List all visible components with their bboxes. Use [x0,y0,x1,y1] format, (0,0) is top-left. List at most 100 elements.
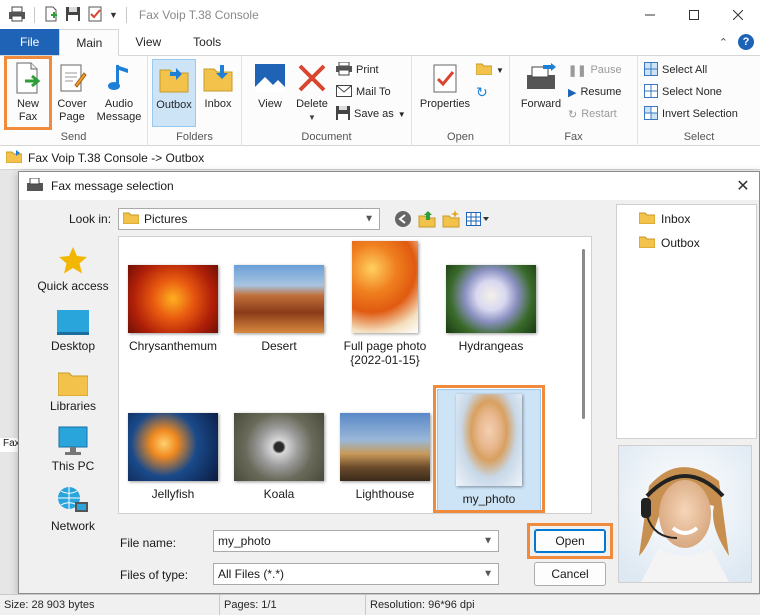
file-item-full-page-photo[interactable]: Full page photo {2022-01-15} [333,241,437,367]
up-folder-icon[interactable] [418,210,436,231]
new-document-icon[interactable] [43,6,59,25]
outbox-button[interactable]: Outbox [152,59,196,127]
file-name-input[interactable]: my_photo ▼ [213,530,499,552]
tab-main[interactable]: Main [59,29,120,56]
maximize-button[interactable] [672,0,716,30]
dialog-close-button[interactable]: ✕ [733,176,753,196]
file-item-jellyfish[interactable]: Jellyfish [121,413,225,501]
save-as-button[interactable]: Save as ▼ [336,104,406,124]
restart-label: Restart [581,108,617,120]
forward-button[interactable]: Forward [516,59,566,127]
file-item-lighthouse[interactable]: Lighthouse [333,413,437,501]
monitor-icon [29,422,117,456]
invert-selection-label: Invert Selection [662,108,738,120]
group-folders-label: Folders [176,131,213,143]
view-menu-icon[interactable] [466,211,490,230]
music-note-icon [102,61,136,95]
file-list-scrollbar[interactable] [577,237,591,513]
save-as-icon [336,105,350,123]
close-button[interactable] [716,0,760,30]
window-controls [628,0,760,30]
minimize-button[interactable] [628,0,672,30]
file-item-koala[interactable]: Koala [227,413,331,501]
tree-item-inbox[interactable]: Inbox [638,211,691,227]
place-network[interactable]: Network [29,482,117,540]
quick-access-toolbar: ▼ [0,6,129,25]
scrollbar-thumb[interactable] [582,249,585,419]
network-icon [29,482,117,516]
tree-item-label: Outbox [661,236,700,250]
lighthouse-thumbnail [340,413,430,481]
new-fax-highlight [4,56,52,130]
invert-selection-button[interactable]: Invert Selection [644,104,738,124]
cover-page-button[interactable]: Cover Page [50,59,94,127]
select-all-button[interactable]: Select All [644,60,707,80]
mail-to-button[interactable]: Mail To [336,82,391,102]
open-folder-button[interactable]: ▼ [475,60,504,80]
refresh-button[interactable]: ↻ [476,82,488,102]
help-icon[interactable]: ? [738,34,754,50]
printer-icon[interactable] [8,6,26,25]
delete-button[interactable]: Delete ▼ [290,59,334,127]
look-in-label: Look in: [69,212,112,226]
file-item-desert[interactable]: Desert [227,265,331,353]
inbox-folder-icon [201,61,235,95]
save-as-dropdown-icon[interactable]: ▼ [398,110,406,119]
place-this-pc[interactable]: This PC [29,422,117,480]
pictures-folder-icon [122,211,140,227]
cancel-button[interactable]: Cancel [534,562,606,586]
file-name: Lighthouse [355,487,415,501]
file-item-chrysanthemum[interactable]: Chrysanthemum [121,265,225,353]
collapse-ribbon-icon[interactable]: ⌃ [719,36,728,49]
select-none-button[interactable]: Select None [644,82,722,102]
files-of-type-select[interactable]: All Files (*.*) ▼ [213,563,499,585]
star-icon [29,242,117,276]
forward-label: Forward [520,98,562,110]
resume-label: Resume [580,86,622,98]
group-select: Select All Select None Invert Selection … [638,56,760,146]
file-item-hydrangeas[interactable]: Hydrangeas [439,265,543,353]
tab-view[interactable]: View [119,29,177,55]
place-desktop[interactable]: Desktop [29,302,117,360]
group-document: View Delete ▼ Print Mail To Save as ▼ Do… [242,56,412,146]
place-libraries[interactable]: Libraries [29,362,117,420]
print-button[interactable]: Print [336,60,379,80]
open-folder-dropdown-icon[interactable]: ▼ [496,66,504,75]
inbox-button[interactable]: Inbox [196,59,240,127]
print-icon [336,61,352,79]
invert-selection-icon [644,105,658,123]
play-icon: ▶ [568,86,577,99]
properties-button[interactable]: Properties [418,59,472,127]
desert-thumbnail [234,265,324,333]
view-button[interactable]: View [248,59,292,127]
qat-dropdown-icon[interactable]: ▼ [109,10,118,20]
file-name-value: my_photo [218,534,271,548]
ribbon-right-controls: ⌃ ? [719,34,754,50]
refresh-icon: ↻ [476,83,488,100]
fax-forward-icon [524,61,558,95]
look-in-combo[interactable]: Pictures ▼ [118,208,380,230]
group-select-label: Select [683,131,715,143]
place-quick-access[interactable]: Quick access [29,242,117,300]
resume-button[interactable]: ▶ Resume [568,82,621,102]
background-fax-text: Fax [0,438,20,452]
new-folder-icon[interactable] [442,210,460,231]
folder-icon [638,235,656,251]
select-all-icon [644,61,658,79]
tab-tools[interactable]: Tools [177,29,237,55]
pause-button[interactable]: ❚❚ Pause [568,60,622,80]
tree-item-label: Inbox [661,212,691,226]
tab-file[interactable]: File [0,29,60,55]
pause-icon: ❚❚ [568,64,587,77]
restart-button[interactable]: ↻ Restart [568,104,617,124]
chevron-down-icon[interactable]: ▼ [483,536,493,547]
back-icon[interactable] [394,210,412,231]
place-label: This PC [51,459,95,473]
audio-message-button[interactable]: Audio Message [94,59,144,127]
save-icon[interactable] [65,6,81,25]
delete-dropdown-icon[interactable]: ▼ [290,111,334,124]
checklist-icon[interactable] [87,6,103,25]
tree-item-outbox[interactable]: Outbox [638,235,700,251]
select-none-label: Select None [662,86,722,98]
place-label: Desktop [50,339,96,353]
